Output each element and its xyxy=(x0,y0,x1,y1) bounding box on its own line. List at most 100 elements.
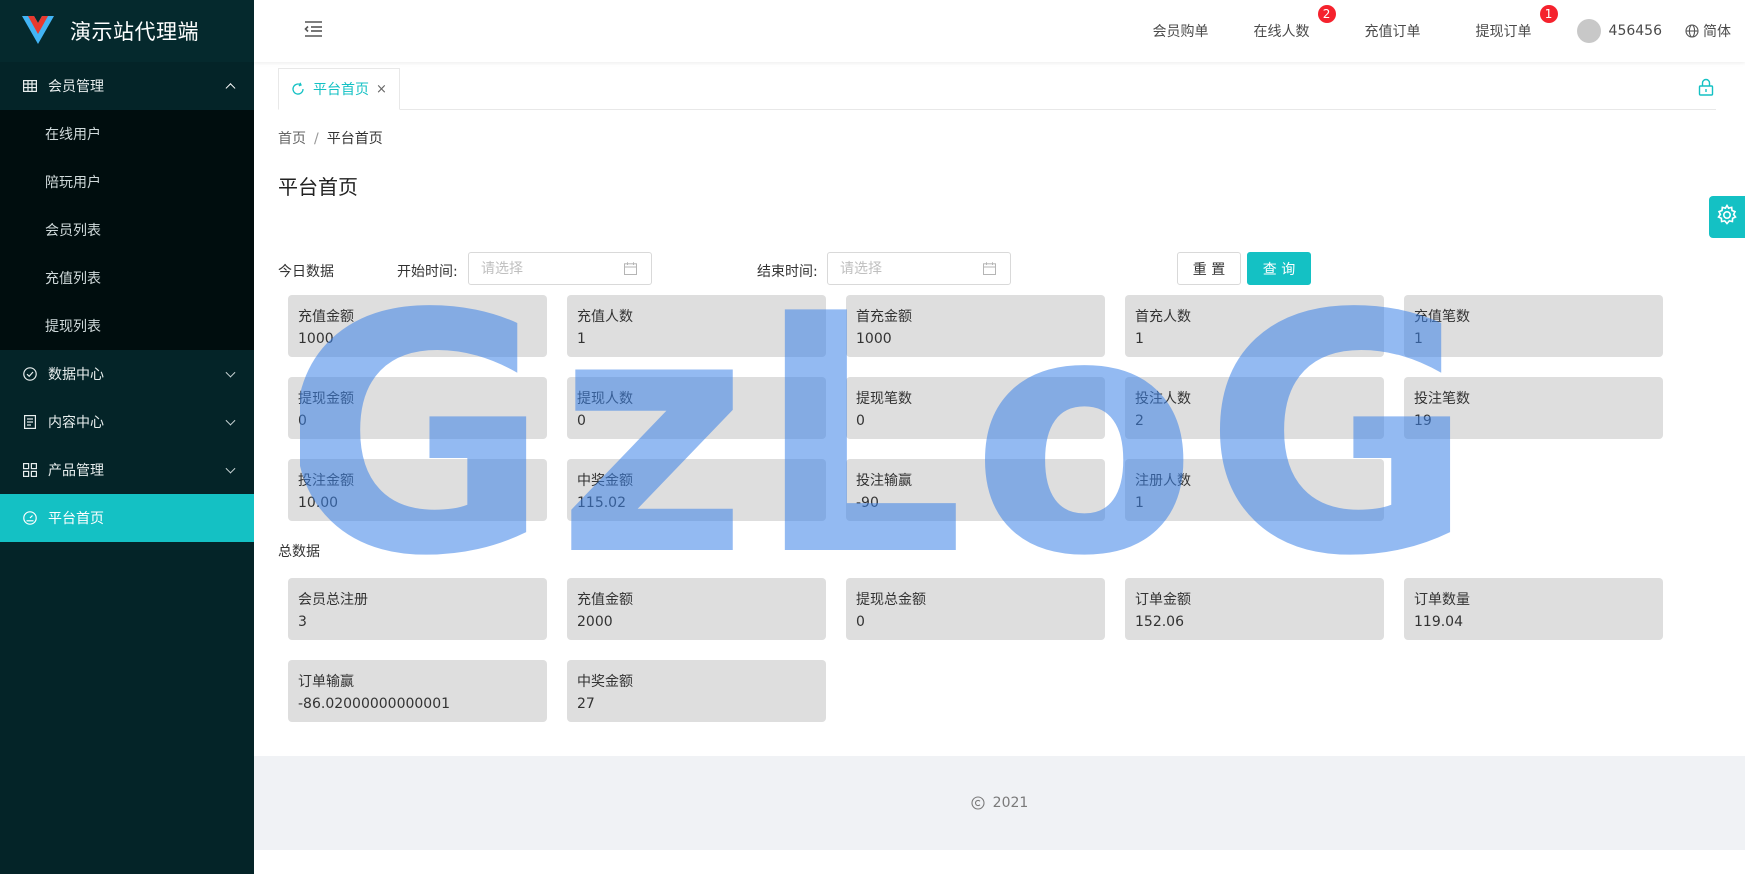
filter-bar: 今日数据 开始时间: 结束时间: 重 置 查 询 xyxy=(278,252,1378,286)
stat-card: 首充人数 1 xyxy=(1125,295,1384,357)
stat-value: 152.06 xyxy=(1135,614,1184,630)
sidebar-item-companion-users[interactable]: 陪玩用户 xyxy=(0,158,254,206)
stat-card: 提现人数 0 xyxy=(567,377,826,439)
refresh-icon[interactable] xyxy=(291,82,305,96)
stat-card: 充值人数 1 xyxy=(567,295,826,357)
stat-card: 订单输赢 -86.02000000000001 xyxy=(288,660,547,722)
stat-value: -90 xyxy=(856,495,879,511)
total-data-label: 总数据 xyxy=(278,544,320,560)
stat-label: 订单金额 xyxy=(1135,592,1191,608)
menu-label: 数据中心 xyxy=(48,367,104,383)
nav-member-purchase[interactable]: 会员购单 xyxy=(1153,21,1209,41)
stat-card: 提现金额 0 xyxy=(288,377,547,439)
menu-fold-icon[interactable] xyxy=(302,18,324,40)
stat-card: 会员总注册 3 xyxy=(288,578,547,640)
sidebar-item-member-list[interactable]: 会员列表 xyxy=(0,206,254,254)
stat-value: 0 xyxy=(856,614,865,630)
stat-value: 27 xyxy=(577,696,595,712)
stat-label: 提现人数 xyxy=(577,391,633,407)
close-icon[interactable]: × xyxy=(376,82,387,97)
stat-label: 投注输赢 xyxy=(856,473,912,489)
stat-value: 2 xyxy=(1135,413,1144,429)
stat-card: 首充金额 1000 xyxy=(846,295,1105,357)
settings-button[interactable] xyxy=(1709,196,1745,238)
stat-label: 首充金额 xyxy=(856,309,912,325)
page-title: 平台首页 xyxy=(278,175,358,199)
breadcrumb: 首页 / 平台首页 xyxy=(278,128,383,148)
nav-online-count[interactable]: 在线人数 2 xyxy=(1254,5,1336,41)
breadcrumb-home[interactable]: 首页 xyxy=(278,131,306,147)
stat-card: 投注人数 2 xyxy=(1125,377,1384,439)
submenu-member: 在线用户 陪玩用户 会员列表 充值列表 提现列表 xyxy=(0,110,254,350)
calendar-icon xyxy=(983,262,996,279)
stat-value: 115.02 xyxy=(577,495,626,511)
stat-card: 注册人数 1 xyxy=(1125,459,1384,521)
menu-product-management[interactable]: 产品管理 xyxy=(0,446,254,494)
copyright-icon xyxy=(971,796,985,810)
sidebar-item-online-users[interactable]: 在线用户 xyxy=(0,110,254,158)
stat-card: 提现总金额 0 xyxy=(846,578,1105,640)
breadcrumb-current: 平台首页 xyxy=(326,131,383,147)
user-name[interactable]: 456456 xyxy=(1609,23,1662,39)
logo-area[interactable]: 演示站代理端 xyxy=(0,0,254,62)
chevron-down-icon xyxy=(225,415,236,426)
header-actions: 会员购单 在线人数 2 充值订单 提现订单 1 456456 简体 xyxy=(1153,0,1731,62)
language-switch[interactable]: 简体 xyxy=(1685,21,1731,41)
nav-recharge-orders[interactable]: 充值订单 xyxy=(1365,21,1421,41)
stat-value: 1000 xyxy=(298,331,334,347)
chevron-down-icon xyxy=(225,463,236,474)
footer-year: 2021 xyxy=(992,795,1029,811)
stat-label: 提现总金额 xyxy=(856,592,926,608)
menu-member-management[interactable]: 会员管理 xyxy=(0,62,254,110)
stat-label: 会员总注册 xyxy=(298,592,368,608)
stat-label: 充值人数 xyxy=(577,309,633,325)
sidebar-item-withdraw-list[interactable]: 提现列表 xyxy=(0,302,254,350)
menu-data-center[interactable]: 数据中心 xyxy=(0,350,254,398)
avatar[interactable] xyxy=(1576,19,1601,43)
menu-label: 产品管理 xyxy=(48,463,104,479)
file-text-icon xyxy=(22,414,38,430)
stat-label: 订单数量 xyxy=(1414,592,1470,608)
start-time-label: 开始时间: xyxy=(397,264,458,280)
gear-icon xyxy=(1716,203,1738,230)
end-time-label: 结束时间: xyxy=(757,264,818,280)
menu-platform-home[interactable]: 平台首页 xyxy=(0,494,254,542)
stat-card: 订单金额 152.06 xyxy=(1125,578,1384,640)
tab-label: 平台首页 xyxy=(313,82,369,98)
stat-label: 首充人数 xyxy=(1135,309,1191,325)
stat-value: 1 xyxy=(1135,495,1144,511)
tabs-bar: 平台首页 × xyxy=(278,68,1716,110)
sidebar: 演示站代理端 会员管理 在线用户 陪玩用户 会员列表 充值列表 提现列表 数据中… xyxy=(0,0,254,874)
sidebar-item-recharge-list[interactable]: 充值列表 xyxy=(0,254,254,302)
stat-label: 充值金额 xyxy=(298,309,354,325)
tab-platform-home[interactable]: 平台首页 × xyxy=(278,68,400,110)
menu-label: 内容中心 xyxy=(48,415,104,431)
stat-card: 提现笔数 0 xyxy=(846,377,1105,439)
lock-icon[interactable] xyxy=(1698,78,1714,100)
app-title: 演示站代理端 xyxy=(70,20,199,44)
top-header: 会员购单 在线人数 2 充值订单 提现订单 1 456456 简体 xyxy=(254,0,1745,62)
footer: 2021 xyxy=(254,756,1745,850)
calendar-icon xyxy=(624,262,637,279)
chevron-down-icon xyxy=(225,367,236,378)
reset-button[interactable]: 重 置 xyxy=(1177,252,1241,285)
menu-content-center[interactable]: 内容中心 xyxy=(0,398,254,446)
stat-value: 119.04 xyxy=(1414,614,1463,630)
stat-label: 充值金额 xyxy=(577,592,633,608)
stat-value: 1000 xyxy=(856,331,892,347)
online-count-badge: 2 xyxy=(1317,5,1336,23)
stat-card: 中奖金额 115.02 xyxy=(567,459,826,521)
vue-logo-icon xyxy=(22,16,54,46)
stat-value: -86.02000000000001 xyxy=(298,696,451,712)
menu-label: 会员管理 xyxy=(48,79,104,95)
globe-icon xyxy=(1685,24,1699,38)
query-button[interactable]: 查 询 xyxy=(1247,252,1311,285)
today-data-label: 今日数据 xyxy=(278,264,334,280)
breadcrumb-separator: / xyxy=(314,131,319,147)
stat-value: 1 xyxy=(577,331,586,347)
table-icon xyxy=(22,78,38,94)
stat-label: 中奖金额 xyxy=(577,473,633,489)
stat-value: 19 xyxy=(1414,413,1432,429)
nav-withdraw-orders[interactable]: 提现订单 1 xyxy=(1476,5,1558,41)
stat-label: 提现金额 xyxy=(298,391,354,407)
